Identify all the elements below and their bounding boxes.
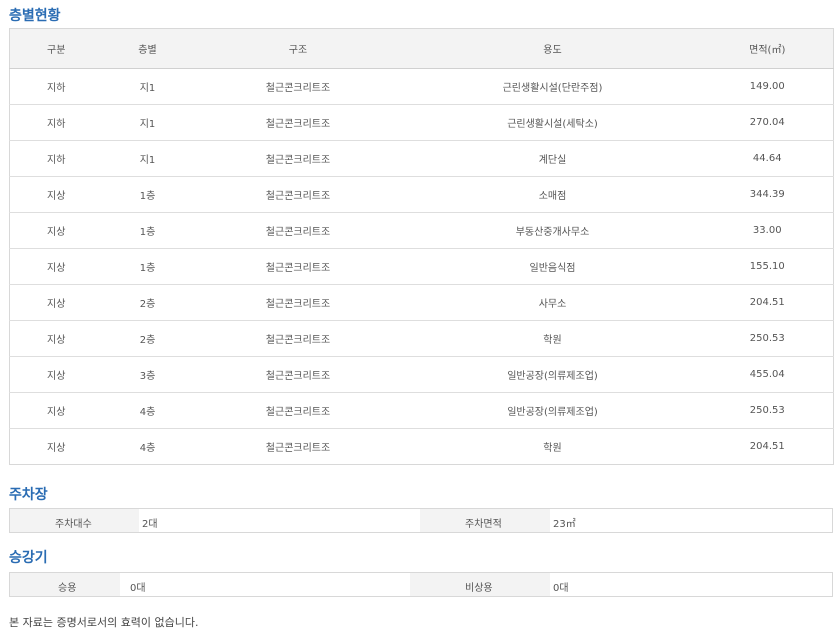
- area-cell: 44.64: [701, 140, 834, 177]
- col-header-division: 구분: [9, 28, 103, 69]
- floor-cell: 지1: [102, 104, 193, 141]
- area-cell: 204.51: [701, 284, 834, 321]
- structure-cell: 철근콘크리트조: [192, 284, 404, 321]
- division-cell: 지상: [9, 356, 103, 393]
- structure-cell: 철근콘크리트조: [192, 104, 404, 141]
- division-cell: 지상: [9, 284, 103, 321]
- structure-cell: 철근콘크리트조: [192, 320, 404, 357]
- floor-cell: 지1: [102, 68, 193, 105]
- parking-area-label: 주차면적: [465, 519, 502, 530]
- table-row: 지하 지1 철근콘크리트조 계단실 44.64: [9, 140, 834, 177]
- division-cell: 지하: [9, 104, 103, 141]
- parking-count-label: 주차대수: [55, 519, 92, 530]
- area-cell: 344.39: [701, 176, 834, 213]
- usage-cell: 사무소: [403, 284, 702, 321]
- floor-cell: 4층: [139, 443, 156, 454]
- structure-cell: 철근콘크리트조: [192, 212, 404, 249]
- usage-cell: 학원: [543, 443, 562, 454]
- structure-cell: 철근콘크리트조: [192, 140, 404, 177]
- division-cell: 지상: [9, 176, 103, 213]
- elevator-emergency-value: 0대: [553, 583, 569, 594]
- table-row: 지하 지1 철근콘크리트조 근린생활시설(세탁소) 270.04: [9, 104, 834, 141]
- division-cell: 지상: [9, 248, 103, 285]
- table-row: 지상 1층 철근콘크리트조 소매점 344.39: [9, 176, 834, 213]
- parking-count-value: 2대: [142, 519, 158, 530]
- parking-title: 주차장: [9, 487, 48, 503]
- structure-cell: 철근콘크리트조: [192, 356, 404, 393]
- usage-cell: 일반음식점: [403, 248, 702, 285]
- floor-cell: 1층: [102, 212, 193, 249]
- structure-cell: 철근콘크리트조: [192, 68, 404, 105]
- col-header-structure: 구조: [192, 28, 404, 69]
- table-header-row: 구분 층별 구조 용도 면적(㎡): [9, 28, 834, 69]
- table-row: 지상 4층 철근콘크리트조 일반공장(의류제조업) 250.53: [9, 392, 834, 429]
- usage-cell: 일반공장(의류제조업): [403, 356, 702, 393]
- floor-status-table: 구분 층별 구조 용도 면적(㎡) 지하 지1 철근콘크리트조 근린생활시설(단란주점…: [9, 28, 834, 465]
- area-cell: 204.51: [749, 441, 785, 452]
- usage-cell: 학원: [403, 320, 702, 357]
- floor-cell: 2층: [102, 284, 193, 321]
- division-cell: 지상: [9, 392, 103, 429]
- table-row: 지상 3층 철근콘크리트조 일반공장(의류제조업) 455.04: [9, 356, 834, 393]
- table-row: 지상 4층 철근콘크리트조 학원 204.51: [10, 429, 834, 465]
- elevator-passenger-value: 0대: [130, 583, 146, 594]
- table-row: 지상 1층 철근콘크리트조 일반음식점 155.10: [9, 248, 834, 285]
- elevator-info: 승용 0대 비상용 0대: [9, 572, 833, 597]
- elevator-passenger-label: 승용: [58, 583, 77, 594]
- structure-cell: 철근콘크리트조: [265, 443, 331, 454]
- division-cell: 지상: [9, 320, 103, 357]
- col-header-area: 면적(㎡): [701, 28, 834, 69]
- table-row: 지상 2층 철근콘크리트조 학원 250.53: [9, 320, 834, 357]
- structure-cell: 철근콘크리트조: [192, 248, 404, 285]
- col-header-floor: 층별: [102, 28, 193, 69]
- floor-cell: 1층: [102, 248, 193, 285]
- usage-cell: 부동산중개사무소: [403, 212, 702, 249]
- area-cell: 455.04: [701, 356, 834, 393]
- division-cell: 지하: [9, 68, 103, 105]
- disclaimer-note: 본 자료는 증명서로서의 효력이 없습니다.: [9, 616, 199, 629]
- usage-cell: 근린생활시설(세탁소): [403, 104, 702, 141]
- floor-cell: 2층: [102, 320, 193, 357]
- division-cell: 지상: [47, 443, 66, 454]
- area-cell: 250.53: [701, 320, 834, 357]
- floor-cell: 3층: [102, 356, 193, 393]
- parking-area-value: 23㎡: [553, 519, 576, 530]
- division-cell: 지하: [9, 140, 103, 177]
- col-header-usage: 용도: [403, 28, 702, 69]
- floor-cell: 1층: [102, 176, 193, 213]
- division-cell: 지상: [9, 212, 103, 249]
- usage-cell: 근린생활시설(단란주점): [403, 68, 702, 105]
- structure-cell: 철근콘크리트조: [192, 176, 404, 213]
- area-cell: 33.00: [701, 212, 834, 249]
- elevator-title: 승강기: [9, 550, 48, 566]
- area-cell: 270.04: [701, 104, 834, 141]
- elevator-emergency-label: 비상용: [465, 583, 493, 594]
- usage-cell: 계단실: [403, 140, 702, 177]
- table-row: 지상 1층 철근콘크리트조 부동산중개사무소 33.00: [9, 212, 834, 249]
- floor-cell: 지1: [102, 140, 193, 177]
- floor-status-title: 층별현황: [9, 8, 61, 24]
- usage-cell: 일반공장(의류제조업): [403, 392, 702, 429]
- area-cell: 155.10: [701, 248, 834, 285]
- floor-status-rows: 지하 지1 철근콘크리트조 근린생활시설(단란주점) 149.00 지하 지1 철근콘크리트조…: [9, 68, 834, 465]
- usage-cell: 소매점: [403, 176, 702, 213]
- parking-info: 주차대수 2대 주차면적 23㎡: [9, 508, 833, 533]
- structure-cell: 철근콘크리트조: [192, 392, 404, 429]
- area-cell: 149.00: [701, 68, 834, 105]
- table-row: 지하 지1 철근콘크리트조 근린생활시설(단란주점) 149.00: [9, 68, 834, 105]
- area-cell: 250.53: [701, 392, 834, 429]
- table-row: 지상 2층 철근콘크리트조 사무소 204.51: [9, 284, 834, 321]
- floor-cell: 4층: [102, 392, 193, 429]
